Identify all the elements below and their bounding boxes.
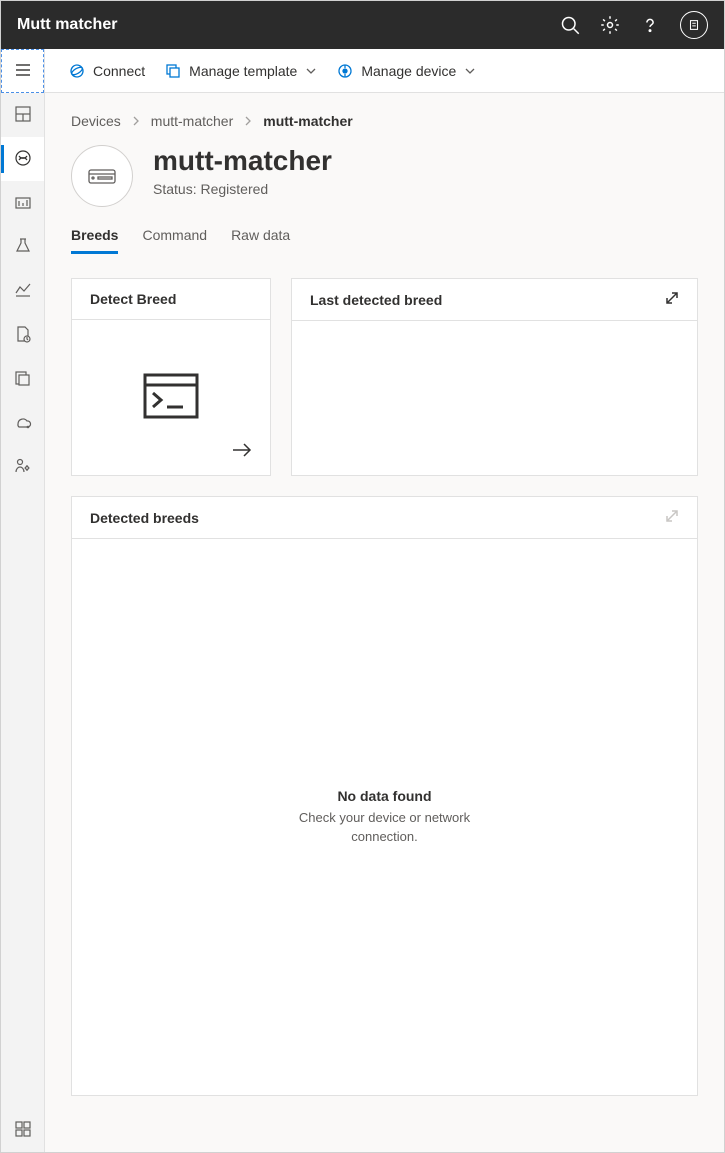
sidebar [1, 49, 45, 1152]
empty-state-line1: Check your device or network [299, 808, 470, 828]
device-name: mutt-matcher [153, 145, 332, 177]
user-avatar[interactable] [680, 11, 708, 39]
sidebar-item-jobs[interactable] [1, 313, 44, 357]
manage-template-label: Manage template [189, 63, 297, 79]
hamburger-menu[interactable] [1, 49, 44, 93]
terminal-icon [143, 373, 199, 422]
connect-label: Connect [93, 63, 145, 79]
tab-command[interactable]: Command [142, 227, 207, 254]
card-last-detected-title: Last detected breed [310, 292, 442, 308]
manage-device-label: Manage device [361, 63, 456, 79]
breadcrumb-current: mutt-matcher [263, 113, 352, 129]
search-icon[interactable] [560, 15, 580, 35]
card-detect-breed-title: Detect Breed [90, 291, 176, 307]
toolbar: Connect Manage template Manage device [45, 49, 724, 93]
connect-button[interactable]: Connect [69, 63, 145, 79]
chevron-right-icon [131, 113, 141, 129]
sidebar-item-apps[interactable] [1, 1108, 44, 1152]
template-icon [165, 63, 181, 79]
empty-state-line2: connection. [299, 827, 470, 847]
device-icon [337, 63, 353, 79]
chevron-down-icon [464, 65, 476, 77]
device-avatar-icon [71, 145, 133, 207]
breadcrumb: Devices mutt-matcher mutt-matcher [71, 113, 698, 129]
manage-template-button[interactable]: Manage template [165, 63, 317, 79]
card-detected-breeds-title: Detected breeds [90, 510, 199, 526]
connect-icon [69, 63, 85, 79]
arrow-right-icon[interactable] [232, 442, 252, 461]
tabs: Breeds Command Raw data [71, 227, 698, 254]
sidebar-item-templates[interactable] [1, 357, 44, 401]
empty-state: No data found Check your device or netwo… [299, 788, 470, 847]
settings-icon[interactable] [600, 15, 620, 35]
sidebar-item-groups[interactable] [1, 181, 44, 225]
chevron-right-icon [243, 113, 253, 129]
tab-breeds[interactable]: Breeds [71, 227, 118, 254]
sidebar-item-rules[interactable] [1, 225, 44, 269]
device-header: mutt-matcher Status: Registered [71, 145, 698, 207]
sidebar-item-admin[interactable] [1, 445, 44, 489]
expand-icon[interactable] [665, 509, 679, 526]
sidebar-item-devices[interactable] [1, 137, 44, 181]
card-detect-breed: Detect Breed [71, 278, 271, 476]
sidebar-item-export[interactable] [1, 401, 44, 445]
tab-raw-data[interactable]: Raw data [231, 227, 290, 254]
empty-state-title: No data found [299, 788, 470, 804]
expand-icon[interactable] [665, 291, 679, 308]
chevron-down-icon [305, 65, 317, 77]
device-status: Status: Registered [153, 181, 332, 197]
manage-device-button[interactable]: Manage device [337, 63, 476, 79]
card-detected-breeds: Detected breeds No data found Check your… [71, 496, 698, 1096]
card-last-detected: Last detected breed [291, 278, 698, 476]
sidebar-item-analytics[interactable] [1, 269, 44, 313]
sidebar-item-dashboard[interactable] [1, 93, 44, 137]
app-title: Mutt matcher [17, 16, 560, 34]
top-bar: Mutt matcher [1, 1, 724, 49]
help-icon[interactable] [640, 15, 660, 35]
breadcrumb-mutt-matcher[interactable]: mutt-matcher [151, 113, 233, 129]
breadcrumb-devices[interactable]: Devices [71, 113, 121, 129]
